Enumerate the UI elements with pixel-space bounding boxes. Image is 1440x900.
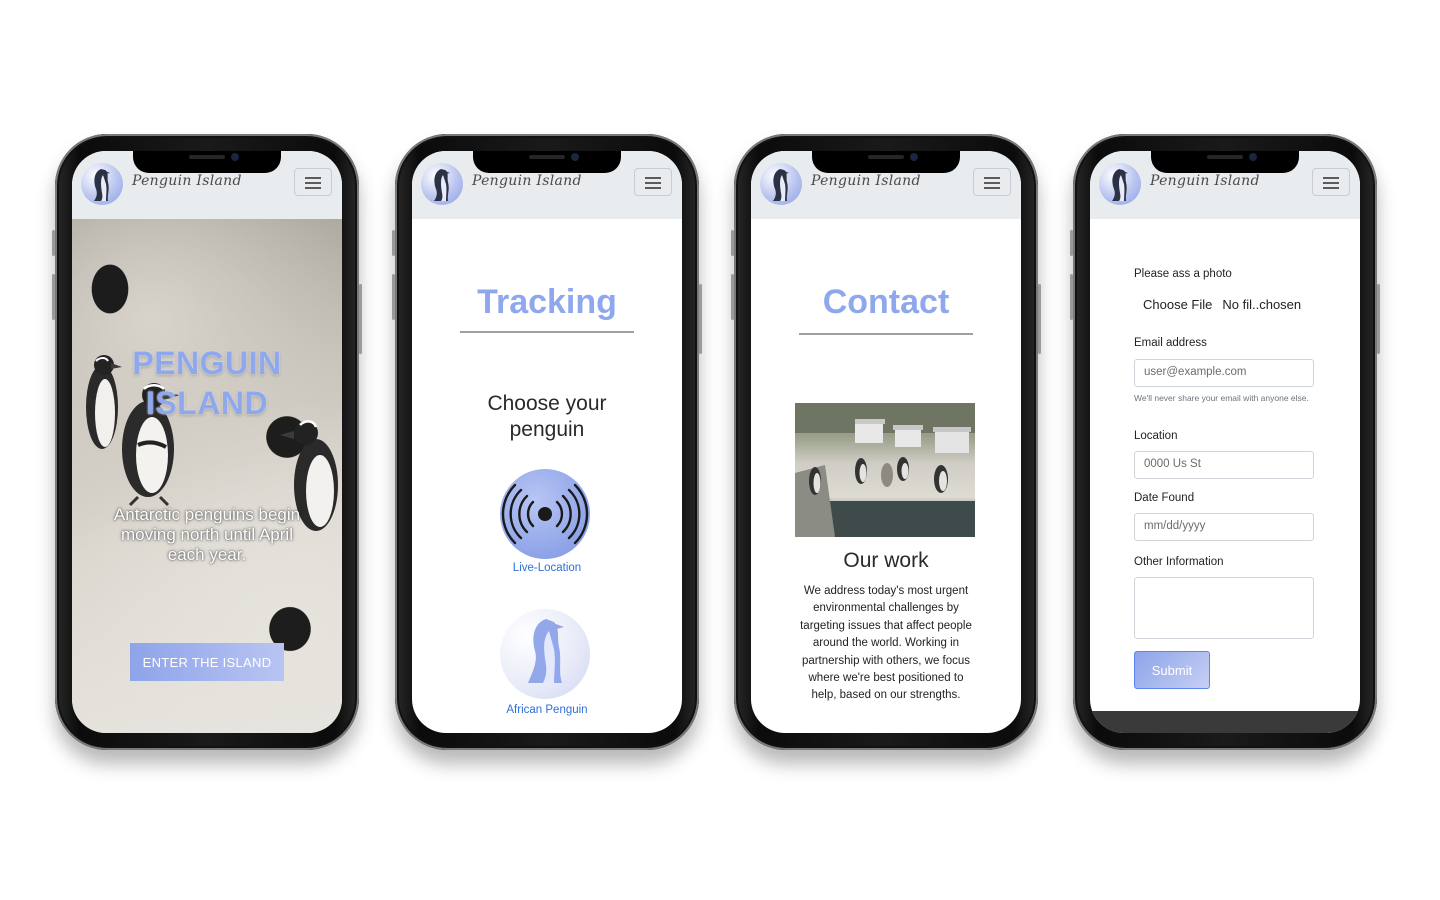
date-field[interactable]: mm/dd/yyyy [1134, 513, 1314, 541]
phone-contact: Penguin Island Contact Our work We addre… [731, 134, 1041, 750]
phone-home: Penguin Island PENGUIN ISLAND Antarctic … [52, 134, 362, 750]
african-penguin-option[interactable] [500, 609, 590, 699]
penguin-icon [528, 619, 564, 683]
penguin-logo-icon[interactable] [81, 163, 123, 205]
submit-button[interactable]: Submit [1134, 651, 1210, 689]
heading-divider [460, 331, 634, 333]
page-title: Contact [822, 283, 950, 321]
hero-image: PENGUIN ISLAND Antarctic penguins begin … [72, 219, 342, 733]
screen-form: Penguin Island Please ass a photo Choose… [1090, 151, 1360, 733]
choose-prompt: Choose your penguin [487, 392, 607, 441]
african-penguin-link[interactable]: African Penguin [412, 704, 682, 716]
penguin-logo-icon[interactable] [760, 163, 802, 205]
page-footer [1090, 711, 1360, 733]
other-info-textarea[interactable] [1134, 577, 1314, 639]
penguin-logo-icon[interactable] [421, 163, 463, 205]
file-status: No fil..chosen [1222, 297, 1302, 312]
menu-toggle-button[interactable] [1312, 168, 1350, 196]
email-label: Email address [1134, 337, 1207, 349]
section-title: Our work [843, 549, 929, 572]
photo-label: Please ass a photo [1134, 268, 1232, 280]
email-help-text: We'll never share your email with anyone… [1134, 393, 1309, 403]
location-label: Location [1134, 430, 1178, 442]
choose-file-button[interactable]: Choose File [1143, 297, 1212, 312]
other-info-label: Other Information [1134, 556, 1224, 568]
brand-name[interactable]: Penguin Island [472, 173, 582, 189]
email-field[interactable]: user@example.com [1134, 359, 1314, 387]
section-body: We address today's most urgent environme… [800, 585, 972, 702]
phone-tracking: Penguin Island Tracking Choose your peng… [392, 134, 702, 750]
page-title: Tracking [477, 283, 617, 321]
hero-subtitle: Antarctic penguins begin moving north un… [113, 505, 301, 564]
location-field[interactable]: 0000 Us St [1134, 451, 1314, 479]
brand-name[interactable]: Penguin Island [811, 173, 921, 189]
menu-toggle-button[interactable] [973, 168, 1011, 196]
phone-form: Penguin Island Please ass a photo Choose… [1070, 134, 1380, 750]
screen-contact: Penguin Island Contact Our work We addre… [751, 151, 1021, 733]
screen-tracking: Penguin Island Tracking Choose your peng… [412, 151, 682, 733]
enter-island-button[interactable]: ENTER THE ISLAND [130, 643, 284, 681]
hero-title: PENGUIN ISLAND [132, 345, 282, 421]
menu-toggle-button[interactable] [294, 168, 332, 196]
file-input[interactable]: Choose File No fil..chosen [1143, 297, 1311, 312]
brand-name[interactable]: Penguin Island [132, 173, 242, 189]
live-location-link[interactable]: Live-Location [412, 562, 682, 574]
penguin-logo-icon[interactable] [1099, 163, 1141, 205]
brand-name[interactable]: Penguin Island [1150, 173, 1260, 189]
heading-divider [799, 333, 973, 335]
menu-toggle-button[interactable] [634, 168, 672, 196]
date-label: Date Found [1134, 492, 1195, 504]
penguin-enclosure-photo [795, 403, 975, 537]
screen-home: Penguin Island PENGUIN ISLAND Antarctic … [72, 151, 342, 733]
radar-signal-icon [501, 483, 589, 545]
live-location-option[interactable] [500, 469, 590, 559]
